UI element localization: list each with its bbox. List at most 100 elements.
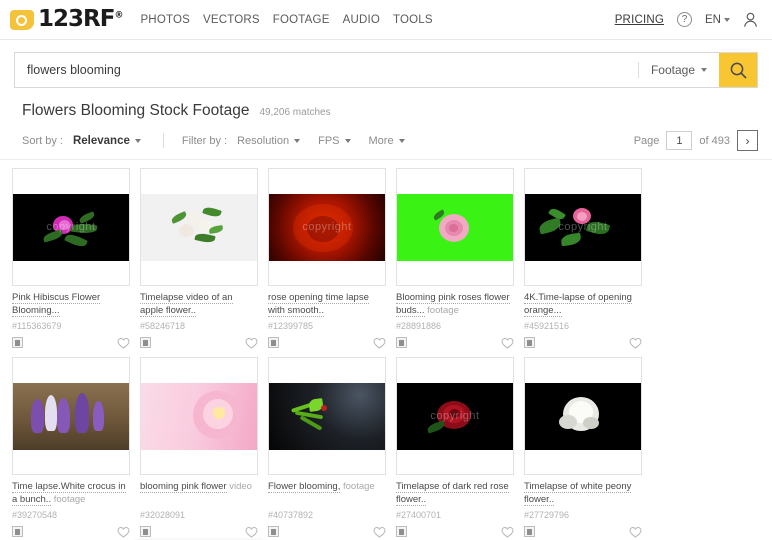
user-account-icon[interactable] bbox=[743, 12, 758, 28]
search-bar: Footage bbox=[14, 52, 758, 88]
result-title[interactable]: Timelapse of white peony flower.. bbox=[524, 481, 642, 507]
result-title-link[interactable]: Timelapse of white peony flower.. bbox=[524, 481, 631, 506]
result-thumbnail[interactable]: copyright bbox=[268, 168, 386, 286]
result-thumbnail[interactable] bbox=[524, 357, 642, 475]
heart-outline-icon[interactable] bbox=[629, 526, 642, 538]
result-thumbnail[interactable] bbox=[268, 357, 386, 475]
search-category-dropdown[interactable]: Footage bbox=[639, 53, 719, 87]
result-thumbnail[interactable]: copyright bbox=[12, 168, 130, 286]
result-title[interactable]: Flower blooming, footage bbox=[268, 481, 386, 507]
nav-item-audio[interactable]: AUDIO bbox=[343, 14, 380, 26]
result-title-link[interactable]: 4K.Time-lapse of opening orange... bbox=[524, 292, 632, 317]
result-title-link[interactable]: blooming pink flower bbox=[140, 481, 227, 493]
result-id: #40737892 bbox=[268, 510, 386, 520]
page-number-input[interactable] bbox=[666, 131, 692, 150]
results-header: Flowers Blooming Stock Footage 49,206 ma… bbox=[0, 100, 772, 126]
camera-avatar-icon bbox=[10, 10, 34, 30]
nav-item-vectors[interactable]: VECTORS bbox=[203, 14, 260, 26]
language-label: EN bbox=[705, 14, 721, 26]
heart-outline-icon[interactable] bbox=[373, 526, 386, 538]
nav-item-footage[interactable]: FOOTAGE bbox=[273, 14, 330, 26]
filter-more-dropdown[interactable]: More bbox=[369, 135, 405, 147]
result-card[interactable]: Flower blooming, footage #40737892 bbox=[268, 357, 386, 538]
result-card[interactable]: copyright rose opening time lapse with s… bbox=[268, 168, 386, 349]
search-section: Footage bbox=[0, 40, 772, 100]
thumbnail-media bbox=[13, 383, 129, 450]
heart-outline-icon[interactable] bbox=[501, 526, 514, 538]
result-card[interactable]: copyright Pink Hibiscus Flower Blooming.… bbox=[12, 168, 130, 349]
sort-by-dropdown[interactable]: Relevance bbox=[73, 135, 141, 147]
heart-outline-icon[interactable] bbox=[629, 337, 642, 349]
result-actions bbox=[140, 525, 258, 538]
result-card[interactable]: blooming pink flower video #32028091 bbox=[140, 357, 258, 538]
result-actions bbox=[12, 336, 130, 349]
filter-resolution-dropdown[interactable]: Resolution bbox=[237, 135, 300, 147]
result-title-link[interactable]: Pink Hibiscus Flower Blooming... bbox=[12, 292, 100, 317]
result-card[interactable]: copyright 4K.Time-lapse of opening orang… bbox=[524, 168, 642, 349]
result-title[interactable]: Blooming pink roses flower buds... foota… bbox=[396, 292, 514, 318]
language-selector[interactable]: EN bbox=[705, 14, 730, 26]
search-button[interactable] bbox=[719, 53, 757, 87]
heart-outline-icon[interactable] bbox=[117, 526, 130, 538]
result-title-link[interactable]: Flower blooming, bbox=[268, 481, 340, 493]
nav-item-photos[interactable]: PHOTOS bbox=[140, 14, 190, 26]
result-title[interactable]: Pink Hibiscus Flower Blooming... bbox=[12, 292, 130, 318]
thumbnail-media bbox=[397, 194, 513, 261]
heart-outline-icon[interactable] bbox=[245, 526, 258, 538]
result-title[interactable]: blooming pink flower video bbox=[140, 481, 258, 507]
page-title: Flowers Blooming Stock Footage bbox=[22, 102, 249, 120]
result-thumbnail[interactable]: copyright bbox=[524, 168, 642, 286]
heart-outline-icon[interactable] bbox=[245, 337, 258, 349]
site-header: 123RF® PHOTOS VECTORS FOOTAGE AUDIO TOOL… bbox=[0, 0, 772, 40]
filter-by-label: Filter by : bbox=[182, 135, 227, 147]
video-film-icon bbox=[12, 526, 23, 537]
video-film-icon bbox=[140, 337, 151, 348]
result-card[interactable]: Timelapse of white peony flower.. #27729… bbox=[524, 357, 642, 538]
heart-outline-icon[interactable] bbox=[373, 337, 386, 349]
result-kind: video bbox=[229, 481, 252, 492]
result-id: #45921516 bbox=[524, 321, 642, 331]
logo[interactable]: 123RF® bbox=[10, 8, 122, 31]
search-input[interactable] bbox=[15, 53, 638, 87]
thumbnail-media bbox=[141, 194, 257, 261]
result-title-link[interactable]: Timelapse of dark red rose flower.. bbox=[396, 481, 509, 506]
video-film-icon bbox=[268, 337, 279, 348]
result-title[interactable]: Timelapse of dark red rose flower.. bbox=[396, 481, 514, 507]
result-title[interactable]: 4K.Time-lapse of opening orange... bbox=[524, 292, 642, 318]
result-card[interactable]: Time lapse.White crocus in a bunch.. foo… bbox=[12, 357, 130, 538]
chevron-down-icon bbox=[135, 139, 141, 143]
result-actions bbox=[12, 525, 130, 538]
heart-outline-icon[interactable] bbox=[501, 337, 514, 349]
result-title[interactable]: Time lapse.White crocus in a bunch.. foo… bbox=[12, 481, 130, 507]
result-actions bbox=[268, 525, 386, 538]
filter-toolbar: Sort by : Relevance Filter by : Resoluti… bbox=[0, 126, 772, 160]
thumbnail-media bbox=[269, 383, 385, 450]
pricing-link[interactable]: PRICING bbox=[615, 14, 664, 26]
result-card[interactable]: copyright Timelapse of dark red rose flo… bbox=[396, 357, 514, 538]
result-thumbnail[interactable] bbox=[140, 168, 258, 286]
result-title[interactable]: Timelapse video of an apple flower.. bbox=[140, 292, 258, 318]
nav-item-tools[interactable]: TOOLS bbox=[393, 14, 433, 26]
result-thumbnail[interactable] bbox=[12, 357, 130, 475]
result-thumbnail[interactable]: copyright bbox=[396, 357, 514, 475]
result-title-link[interactable]: rose opening time lapse with smooth.. bbox=[268, 292, 369, 317]
result-card[interactable]: Blooming pink roses flower buds... foota… bbox=[396, 168, 514, 349]
chevron-down-icon bbox=[294, 139, 300, 143]
sort-by-value: Relevance bbox=[73, 135, 130, 147]
filter-fps-dropdown[interactable]: FPS bbox=[318, 135, 350, 147]
video-film-icon bbox=[396, 337, 407, 348]
result-kind: footage bbox=[54, 494, 86, 505]
result-title[interactable]: rose opening time lapse with smooth.. bbox=[268, 292, 386, 318]
result-card[interactable]: Timelapse video of an apple flower.. #58… bbox=[140, 168, 258, 349]
question-mark-icon[interactable]: ? bbox=[677, 12, 692, 27]
result-thumbnail[interactable] bbox=[140, 357, 258, 475]
chevron-down-icon bbox=[701, 68, 707, 72]
result-thumbnail[interactable] bbox=[396, 168, 514, 286]
result-id: #28891886 bbox=[396, 321, 514, 331]
result-title-link[interactable]: Timelapse video of an apple flower.. bbox=[140, 292, 233, 317]
main-navigation: PHOTOS VECTORS FOOTAGE AUDIO TOOLS bbox=[140, 14, 432, 26]
match-count: 49,206 matches bbox=[259, 107, 330, 118]
next-page-button[interactable]: › bbox=[737, 130, 758, 151]
heart-outline-icon[interactable] bbox=[117, 337, 130, 349]
result-id: #27400701 bbox=[396, 510, 514, 520]
